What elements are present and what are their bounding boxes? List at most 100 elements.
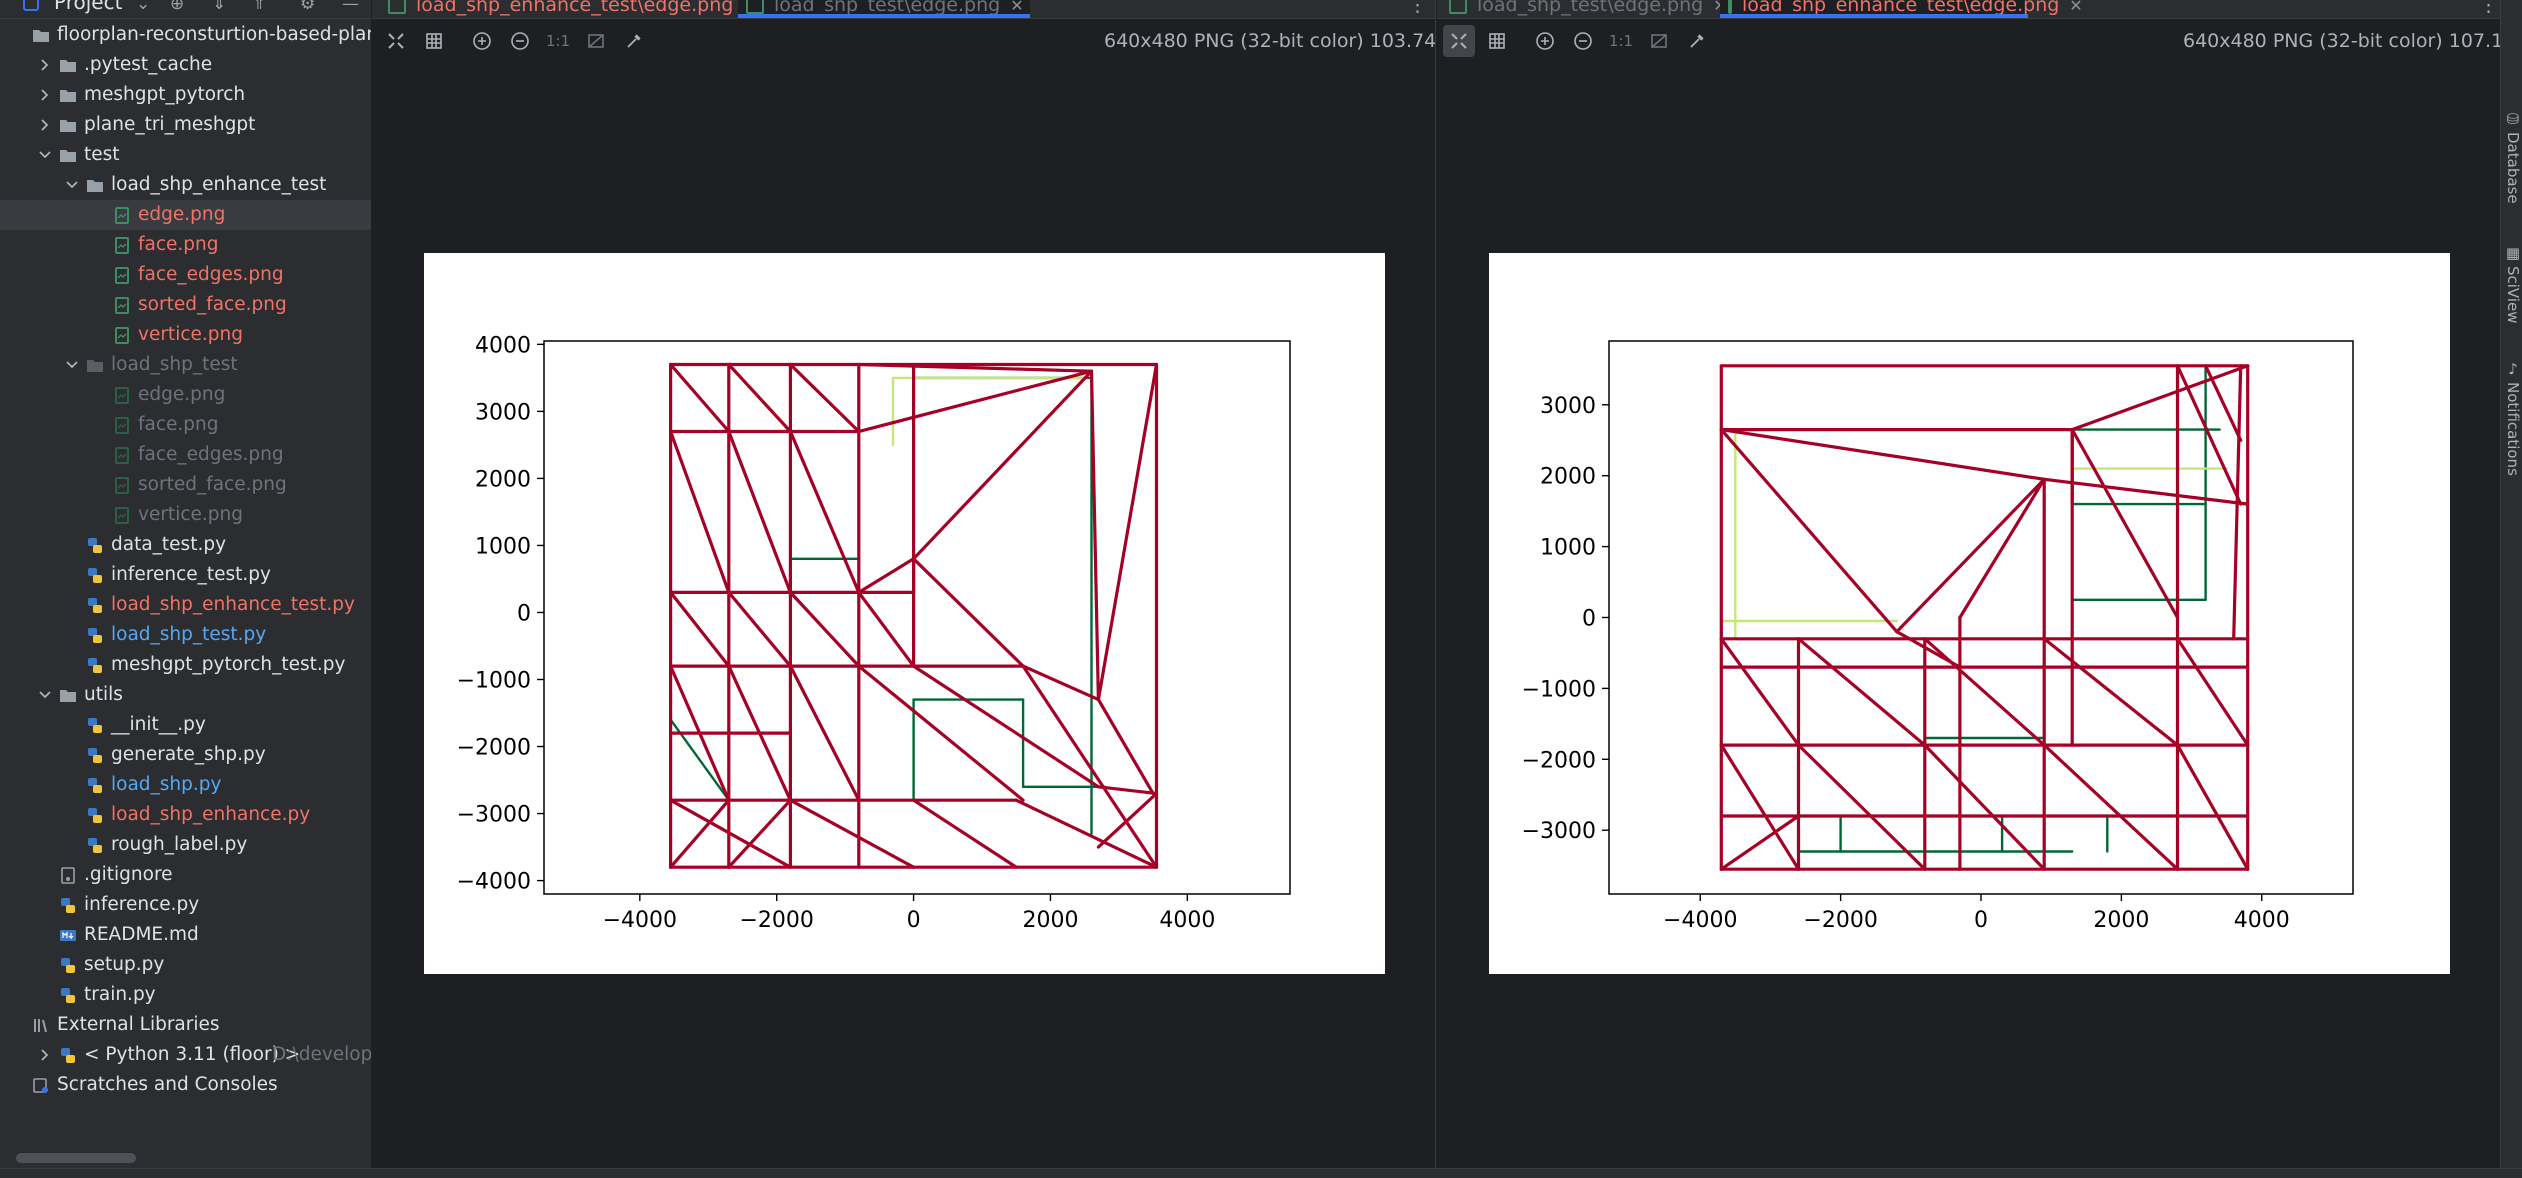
tree-file-init-py[interactable]: __init__.py bbox=[0, 710, 371, 740]
tool-tab-label: Notifications bbox=[2504, 382, 2522, 476]
tree-item-label: generate_shp.py bbox=[111, 744, 266, 765]
tree-folder-utils[interactable]: utils bbox=[0, 680, 371, 710]
close-icon[interactable]: ✕ bbox=[1010, 0, 1023, 15]
chevron-right-icon[interactable] bbox=[36, 50, 54, 80]
tree-file-vertice-png-2[interactable]: vertice.png bbox=[0, 500, 371, 530]
tree-item-label: edge.png bbox=[138, 204, 226, 225]
tree-file-meshgpt-pytorch-test-py[interactable]: meshgpt_pytorch_test.py bbox=[0, 650, 371, 680]
tree-file-setup-py[interactable]: setup.py bbox=[0, 950, 371, 980]
tree-folder-load-shp-test[interactable]: load_shp_test bbox=[0, 350, 371, 380]
actual-size-icon[interactable]: 1:1 bbox=[542, 25, 574, 57]
zoom-out-icon[interactable] bbox=[1567, 25, 1599, 57]
tree-folder-pytest-cache[interactable]: .pytest_cache bbox=[0, 50, 371, 80]
tree-file-rough-label-py[interactable]: rough_label.py bbox=[0, 830, 371, 860]
image-file-icon bbox=[113, 297, 131, 314]
right-tab-enhance-edge[interactable]: load_shp_enhance_test\edge.png ✕ bbox=[1720, 0, 2083, 18]
sidebar-scrollbar[interactable] bbox=[16, 1153, 136, 1163]
expand-all-icon[interactable]: ⇑ bbox=[252, 0, 266, 15]
tree-folder-load-shp-enhance-test[interactable]: load_shp_enhance_test bbox=[0, 170, 371, 200]
tree-file-load-shp-py[interactable]: load_shp.py bbox=[0, 770, 371, 800]
chevron-down-icon[interactable] bbox=[36, 140, 54, 170]
background-icon[interactable] bbox=[1643, 25, 1675, 57]
tree-file-vertice-png[interactable]: vertice.png bbox=[0, 320, 371, 350]
project-view-icon[interactable] bbox=[22, 0, 40, 15]
background-icon[interactable] bbox=[580, 25, 612, 57]
image-viewer-left[interactable]: −4000 −2000 0 2000 4000 4000 3000 2000 1000 0 −100… bbox=[424, 253, 1385, 974]
tree-file-edge-png-2[interactable]: edge.png bbox=[0, 380, 371, 410]
tree-scratches-consoles[interactable]: Scratches and Consoles bbox=[0, 1070, 371, 1100]
tree-folder-plane-tri-meshgpt[interactable]: plane_tri_meshgpt bbox=[0, 110, 371, 140]
chevron-right-icon[interactable] bbox=[36, 1040, 54, 1070]
tree-file-face-png-2[interactable]: face.png bbox=[0, 410, 371, 440]
close-icon[interactable]: ✕ bbox=[2069, 0, 2082, 15]
chevron-right-icon[interactable] bbox=[36, 80, 54, 110]
zoom-in-icon[interactable] bbox=[1529, 25, 1561, 57]
python-file-icon bbox=[86, 717, 104, 734]
tree-file-face-png[interactable]: face.png bbox=[0, 230, 371, 260]
minimize-icon[interactable]: — bbox=[342, 0, 359, 15]
y-tick-label: −4000 bbox=[457, 870, 531, 895]
y-tick-label: −3000 bbox=[457, 803, 531, 828]
gear-icon[interactable]: ⚙ bbox=[300, 0, 315, 15]
grid-icon[interactable] bbox=[418, 25, 450, 57]
grid-icon[interactable] bbox=[1481, 25, 1513, 57]
fit-zoom-icon[interactable] bbox=[380, 25, 412, 57]
actual-size-icon[interactable]: 1:1 bbox=[1605, 25, 1637, 57]
color-picker-icon[interactable] bbox=[618, 25, 650, 57]
project-title[interactable]: Project bbox=[54, 0, 122, 14]
tree-file-data-test-py[interactable]: data_test.py bbox=[0, 530, 371, 560]
zoom-out-icon[interactable] bbox=[504, 25, 536, 57]
tree-python-sdk[interactable]: < Python 3.11 (floor) > D:\develop\ bbox=[0, 1040, 371, 1070]
y-tick-label: 0 bbox=[1582, 607, 1596, 632]
tree-folder-test[interactable]: test bbox=[0, 140, 371, 170]
tree-folder-meshgpt-pytorch[interactable]: meshgpt_pytorch bbox=[0, 80, 371, 110]
tree-file-sorted-face-png-2[interactable]: sorted_face.png bbox=[0, 470, 371, 500]
tree-file-inference-py[interactable]: inference.py bbox=[0, 890, 371, 920]
chevron-down-icon[interactable] bbox=[63, 170, 81, 200]
tree-file-face-edges-png-2[interactable]: face_edges.png bbox=[0, 440, 371, 470]
edge-segment bbox=[2070, 428, 2180, 620]
chevron-down-icon[interactable] bbox=[36, 680, 54, 710]
tree-file-load-shp-test-py[interactable]: load_shp_test.py bbox=[0, 620, 371, 650]
tree-item-label: face_edges.png bbox=[138, 264, 284, 285]
tree-file-generate-shp-py[interactable]: generate_shp.py bbox=[0, 740, 371, 770]
tree-item-label: plane_tri_meshgpt bbox=[84, 114, 256, 135]
zoom-in-icon[interactable] bbox=[466, 25, 498, 57]
tree-external-libraries[interactable]: External Libraries bbox=[0, 1010, 371, 1040]
tree-file-gitignore[interactable]: .gitignore bbox=[0, 860, 371, 890]
right-tab-test-edge[interactable]: load_shp_test\edge.png ✕ bbox=[1449, 0, 1727, 18]
tree-item-label: meshgpt_pytorch_test.py bbox=[111, 654, 346, 675]
edge-segment bbox=[1958, 477, 2046, 620]
tree-file-load-shp-enhance-py[interactable]: load_shp_enhance.py bbox=[0, 800, 371, 830]
left-tab-enhance-edge[interactable]: load_shp_enhance_test\edge.png bbox=[388, 0, 733, 18]
tree-file-inference-test-py[interactable]: inference_test.py bbox=[0, 560, 371, 590]
image-viewer-right[interactable]: −4000 −2000 0 2000 4000 3000 2000 1000 0 −1000 −20… bbox=[1489, 253, 2450, 974]
color-picker-icon[interactable] bbox=[1681, 25, 1713, 57]
tree-root-project[interactable]: floorplan-reconsturtion-based-plane-t bbox=[0, 20, 371, 50]
edge-segment bbox=[669, 590, 731, 668]
tree-file-face-edges-png[interactable]: face_edges.png bbox=[0, 260, 371, 290]
image-file-icon bbox=[1728, 0, 1732, 14]
chevron-down-icon[interactable]: ⌄ bbox=[136, 0, 150, 15]
locate-icon[interactable]: ⊕ bbox=[170, 0, 184, 15]
chevron-right-icon[interactable] bbox=[36, 110, 54, 140]
python-file-icon bbox=[86, 747, 104, 764]
tree-file-load-shp-enhance-test-py[interactable]: load_shp_enhance_test.py bbox=[0, 590, 371, 620]
left-tab-bar: load_shp_enhance_test\edge.png load_shp_… bbox=[372, 0, 1435, 19]
axes-frame bbox=[543, 340, 1291, 895]
tree-file-readme-md[interactable]: README.md bbox=[0, 920, 371, 950]
x-tick-label: 0 bbox=[1974, 908, 1988, 933]
collapse-all-icon[interactable]: ⇓ bbox=[212, 0, 226, 15]
more-tabs-icon[interactable]: ⋮ bbox=[1408, 0, 1427, 18]
more-tabs-icon[interactable]: ⋮ bbox=[2479, 0, 2498, 18]
tree-item-label: sorted_face.png bbox=[138, 474, 287, 495]
chevron-down-icon[interactable] bbox=[63, 350, 81, 380]
y-tick-label: 2000 bbox=[1540, 465, 1596, 490]
left-tab-test-edge[interactable]: load_shp_test\edge.png ✕ bbox=[738, 0, 1030, 18]
fit-zoom-icon[interactable] bbox=[1443, 25, 1475, 57]
tree-file-sorted-face-png[interactable]: sorted_face.png bbox=[0, 290, 371, 320]
markdown-file-icon bbox=[59, 927, 77, 944]
tree-file-train-py[interactable]: train.py bbox=[0, 980, 371, 1010]
tree-file-edge-png[interactable]: edge.png bbox=[0, 200, 371, 230]
folder-icon bbox=[59, 117, 77, 134]
